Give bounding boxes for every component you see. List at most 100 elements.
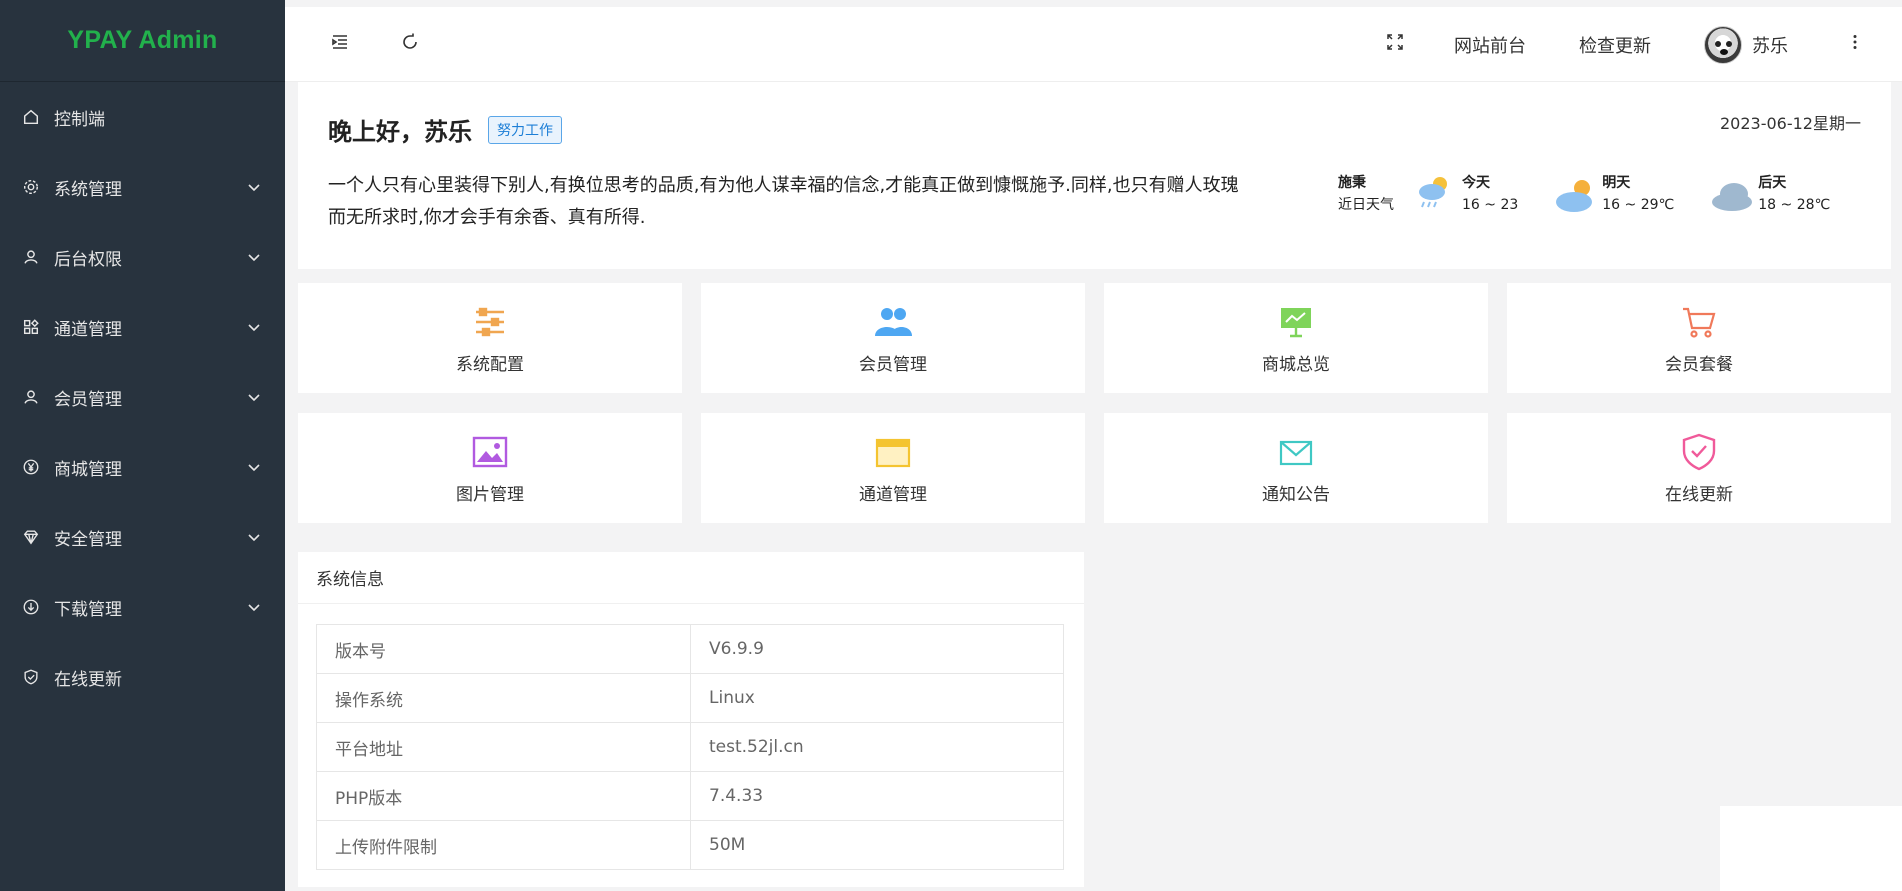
card-icon <box>873 432 913 480</box>
weather-subtitle: 近日天气 <box>1338 197 1394 213</box>
shortcut-label: 图片管理 <box>456 484 524 505</box>
fullscreen-button[interactable] <box>1385 7 1405 82</box>
sidebar-item-label: 后台权限 <box>54 249 122 270</box>
refresh-icon <box>400 32 420 57</box>
shortcut-system-config[interactable]: 系统配置 <box>298 283 682 393</box>
weather-day-after-tomorrow: 后天 18 ~ 28℃ <box>1710 172 1830 220</box>
site-front-link[interactable]: 网站前台 <box>1454 7 1526 82</box>
shortcut-channel-management[interactable]: 通道管理 <box>701 413 1085 523</box>
shortcut-label: 系统配置 <box>456 354 524 375</box>
cart-icon <box>1679 302 1719 350</box>
table-row: 平台地址 test.52jl.cn <box>316 722 1064 772</box>
sliders-icon <box>470 302 510 350</box>
info-value: test.52jl.cn <box>690 722 1064 772</box>
sidebar-item-downloads[interactable]: 下载管理 <box>0 572 285 642</box>
info-value: 50M <box>690 820 1064 870</box>
header: 网站前台 检查更新 苏乐 <box>285 7 1902 82</box>
sidebar-item-label: 系统管理 <box>54 179 122 200</box>
weather-day-today: 今天 16 ~ 23 <box>1414 172 1518 220</box>
weather-day-tomorrow: 明天 16 ~ 29℃ <box>1554 172 1674 220</box>
system-info-table: 版本号 V6.9.9 操作系统 Linux 平台地址 test.52jl.cn … <box>316 624 1064 870</box>
shortcut-label: 会员管理 <box>859 354 927 375</box>
yen-icon <box>22 458 40 476</box>
table-row: PHP版本 7.4.33 <box>316 771 1064 821</box>
indent-icon <box>330 32 350 57</box>
shortcut-label: 通道管理 <box>859 484 927 505</box>
more-button[interactable] <box>1845 7 1865 82</box>
chevron-down-icon <box>247 180 261 194</box>
collapse-menu-button[interactable] <box>330 7 350 82</box>
weather-location: 施秉 近日天气 <box>1338 172 1394 216</box>
gear-icon <box>22 178 40 196</box>
apps-icon <box>22 318 40 336</box>
partly-cloudy-icon <box>1554 172 1602 220</box>
quote-text: 一个人只有心里装得下别人,有换位思考的品质,有为他人谋幸福的信念,才能真正做到慷… <box>328 175 1239 228</box>
info-value: 7.4.33 <box>690 771 1064 821</box>
logo[interactable]: YPAY Admin <box>0 0 285 82</box>
chevron-down-icon <box>247 390 261 404</box>
mail-icon <box>1276 432 1316 480</box>
weather-temp: 16 ~ 29℃ <box>1602 197 1675 213</box>
weather-widget: 施秉 近日天气 今天 16 ~ 23 明天 16 ~ 29℃ 后天 18 ~ 2… <box>1338 172 1866 220</box>
shortcut-label: 商城总览 <box>1262 354 1330 375</box>
diamond-icon <box>22 528 40 546</box>
image-icon <box>470 432 510 480</box>
user-icon <box>22 248 40 266</box>
logo-text: YPAY Admin <box>67 26 218 54</box>
shield-check-icon <box>1679 432 1719 480</box>
check-update-link[interactable]: 检查更新 <box>1579 7 1651 82</box>
sidebar-item-online-update[interactable]: 在线更新 <box>0 642 285 712</box>
weather-city: 施秉 <box>1338 175 1366 191</box>
weather-temp: 16 ~ 23 <box>1462 197 1519 213</box>
sidebar-item-label: 会员管理 <box>54 389 122 410</box>
users-icon <box>873 302 913 350</box>
sidebar-item-channels[interactable]: 通道管理 <box>0 292 285 362</box>
weather-day-label: 今天 <box>1462 175 1490 191</box>
sidebar-item-security[interactable]: 安全管理 <box>0 502 285 572</box>
shortcut-member-plans[interactable]: 会员套餐 <box>1507 283 1891 393</box>
corner-overlay <box>1720 806 1902 891</box>
status-badge: 努力工作 <box>488 115 562 144</box>
sidebar-item-dashboard[interactable]: 控制端 <box>0 82 285 152</box>
username: 苏乐 <box>1752 35 1788 57</box>
sidebar-item-system[interactable]: 系统管理 <box>0 152 285 222</box>
home-icon <box>22 108 40 126</box>
greeting-row: 晚上好，苏乐 努力工作 <box>328 112 562 147</box>
shortcut-label: 会员套餐 <box>1665 354 1733 375</box>
sidebar-menu: 控制端 系统管理 后台权限 通道管理 会员管理 商城管理 安全管理 下载管理 在… <box>0 82 285 712</box>
chevron-down-icon <box>247 530 261 544</box>
sidebar-item-label: 下载管理 <box>54 599 122 620</box>
info-key: 平台地址 <box>316 722 691 772</box>
shortcut-mall-overview[interactable]: 商城总览 <box>1104 283 1488 393</box>
sidebar-item-label: 安全管理 <box>54 529 122 550</box>
sidebar-item-mall[interactable]: 商城管理 <box>0 432 285 502</box>
shortcut-notices[interactable]: 通知公告 <box>1104 413 1488 523</box>
refresh-button[interactable] <box>400 7 420 82</box>
table-row: 操作系统 Linux <box>316 673 1064 723</box>
user-menu[interactable]: 苏乐 <box>1704 7 1788 82</box>
shortcut-online-update[interactable]: 在线更新 <box>1507 413 1891 523</box>
info-key: PHP版本 <box>316 771 691 821</box>
shortcut-image-management[interactable]: 图片管理 <box>298 413 682 523</box>
user-icon <box>22 388 40 406</box>
system-info-title: 系统信息 <box>298 552 1084 604</box>
fullscreen-icon <box>1385 32 1405 57</box>
info-value: V6.9.9 <box>690 624 1064 674</box>
info-key: 版本号 <box>316 624 691 674</box>
sidebar-item-label: 在线更新 <box>54 669 122 690</box>
date-text: 2023-06-12星期一 <box>1720 114 1861 133</box>
info-key: 上传附件限制 <box>316 820 691 870</box>
table-row: 上传附件限制 50M <box>316 820 1064 870</box>
cloud-icon <box>1710 172 1758 220</box>
info-key: 操作系统 <box>316 673 691 723</box>
avatar <box>1704 25 1742 64</box>
sidebar-item-permissions[interactable]: 后台权限 <box>0 222 285 292</box>
chevron-down-icon <box>247 320 261 334</box>
shortcut-label: 在线更新 <box>1665 484 1733 505</box>
sidebar-item-members[interactable]: 会员管理 <box>0 362 285 432</box>
chevron-down-icon <box>247 460 261 474</box>
info-value: Linux <box>690 673 1064 723</box>
weather-day-label: 后天 <box>1758 175 1787 191</box>
shortcut-member-management[interactable]: 会员管理 <box>701 283 1085 393</box>
shield-check-icon <box>22 668 40 686</box>
